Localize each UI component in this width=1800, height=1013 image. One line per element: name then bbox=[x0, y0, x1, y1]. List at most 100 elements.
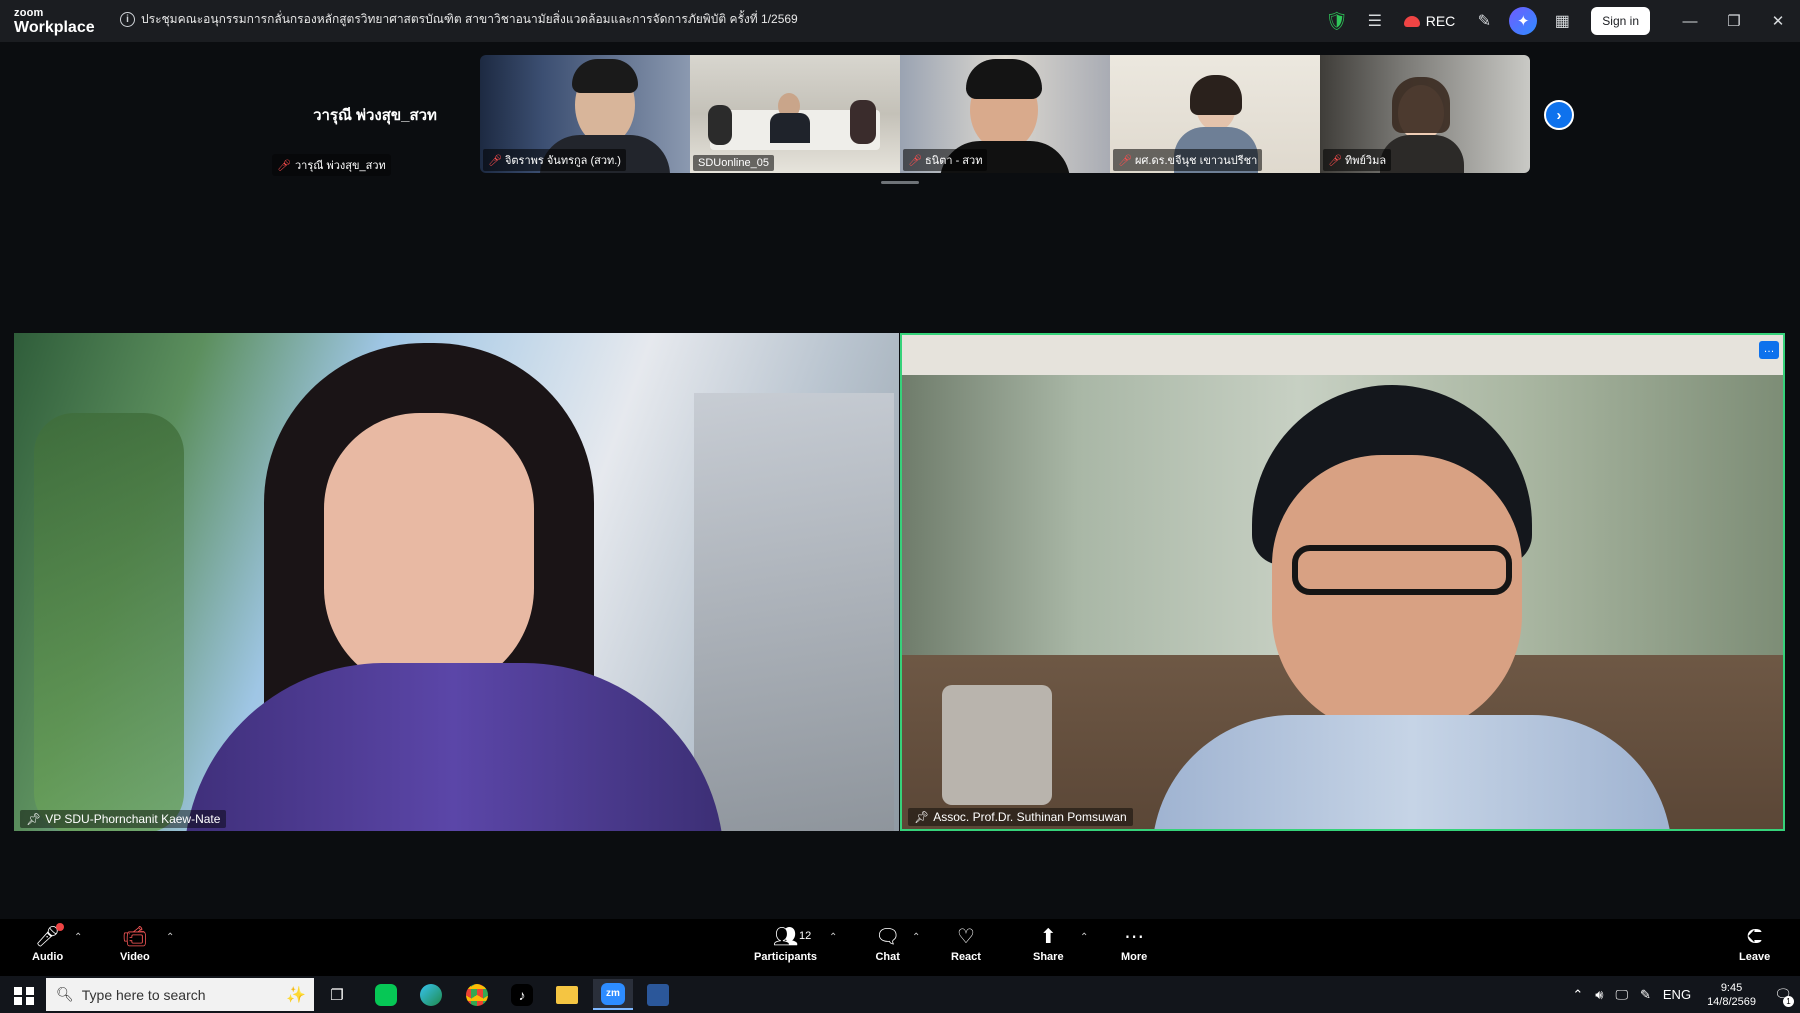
volume-icon[interactable]: 🔊︎ bbox=[1589, 987, 1609, 1003]
share-button[interactable]: ⬆ Share bbox=[1033, 925, 1064, 963]
task-view-icon[interactable]: ❐ bbox=[317, 979, 357, 1010]
more-button[interactable]: ⋯ More bbox=[1121, 925, 1147, 963]
self-label-text: วารุณี พ่วงสุข_สวท bbox=[294, 160, 386, 172]
pin-icon: 📌︎ bbox=[914, 810, 930, 824]
more-dots-icon: ⋯ bbox=[1124, 926, 1145, 948]
video-tile-right-active-speaker[interactable]: … 📌︎ Assoc. Prof.Dr. Suthinan Pomsuwan bbox=[900, 333, 1785, 831]
thumbnail-name: SDUonline_05 bbox=[698, 157, 769, 169]
restore-icon[interactable]: ❐ bbox=[1712, 0, 1756, 42]
notes-icon[interactable]: ☰ bbox=[1356, 0, 1394, 42]
windows-start-button[interactable] bbox=[8, 983, 38, 1007]
chrome-browser-icon[interactable] bbox=[457, 979, 497, 1010]
background-trees bbox=[34, 413, 184, 831]
participants-options-chevron-icon[interactable]: ⌃ bbox=[829, 932, 837, 943]
thumbnail-label: 🎤︎ ผศ.ดร.ขจีนุช เขาวนปรีชา bbox=[1113, 149, 1263, 171]
chat-button[interactable]: 🗨︎ Chat bbox=[875, 925, 900, 963]
participant-thumbnail-2[interactable]: SDUonline_05 bbox=[690, 55, 900, 173]
participant-thumbnail-4[interactable]: 🎤︎ ผศ.ดร.ขจีนุช เขาวนปรีชา bbox=[1110, 55, 1320, 173]
show-hidden-icons-chevron-icon[interactable]: ⌃ bbox=[1566, 987, 1589, 1003]
rec-label: REC bbox=[1425, 13, 1456, 29]
title-bar-actions: 🛡 ☰ REC ✎ ✦ ▦ Sign in — ❐ ✕ bbox=[1318, 0, 1800, 42]
taskbar-search-box[interactable]: 🔍︎ Type here to search ✨ bbox=[46, 978, 314, 1011]
participant-thumbnail-1[interactable]: 🎤︎ จิตราพร จันทรกูล (สวท.) bbox=[480, 55, 690, 173]
participant-name-label: 📌︎ Assoc. Prof.Dr. Suthinan Pomsuwan bbox=[908, 808, 1133, 826]
strip-resize-handle[interactable] bbox=[881, 181, 919, 184]
encryption-shield-icon[interactable]: 🛡 bbox=[1318, 0, 1356, 42]
participant-body bbox=[770, 113, 810, 143]
line-app-icon[interactable] bbox=[366, 979, 406, 1010]
mic-muted-icon: 🎤︎ bbox=[277, 159, 291, 172]
taskbar-clock[interactable]: 9:45 14/8/2569 bbox=[1697, 981, 1766, 1009]
heart-icon: ♡ bbox=[957, 926, 975, 948]
thumbnail-name: ทิพย์วิมล bbox=[1344, 155, 1387, 167]
leave-label: Leave bbox=[1739, 951, 1771, 963]
close-icon[interactable]: ✕ bbox=[1756, 0, 1800, 42]
recording-indicator[interactable]: REC bbox=[1394, 13, 1466, 29]
mic-muted-icon: 🎤︎ bbox=[908, 154, 922, 167]
search-highlight-icon: ✨ bbox=[286, 986, 306, 1004]
participants-icon: 👥︎ bbox=[772, 926, 799, 948]
thumbnail-label: 🎤︎ ทิพย์วิมล bbox=[1323, 149, 1392, 171]
thumbnail-name: ธนิตา - สวท bbox=[924, 155, 983, 167]
audio-button[interactable]: 🎤︎ Audio bbox=[32, 923, 65, 963]
mic-muted-icon: 🎤︎ bbox=[1118, 154, 1132, 167]
background-chair bbox=[942, 685, 1052, 805]
chat-label: Chat bbox=[875, 951, 900, 963]
clock-time: 9:45 bbox=[1720, 981, 1743, 994]
minimize-icon[interactable]: — bbox=[1668, 0, 1712, 42]
leave-button[interactable]: ⮈ Leave bbox=[1739, 925, 1770, 963]
audio-options-chevron-icon[interactable]: ⌃ bbox=[74, 932, 82, 943]
start-logo-pane bbox=[14, 987, 22, 995]
title-bar: zoom Workplace i ประชุมคณะอนุกรรมการกลั่… bbox=[0, 0, 1800, 42]
video-options-chevron-icon[interactable]: ⌃ bbox=[166, 932, 174, 943]
leave-door-icon: ⮈ bbox=[1747, 926, 1763, 948]
file-explorer-icon[interactable] bbox=[547, 979, 587, 1010]
zoom-app-icon[interactable]: zm bbox=[593, 979, 633, 1010]
thumbnail-name: จิตราพร จันทรกูล (สวท.) bbox=[504, 155, 621, 167]
react-label: React bbox=[951, 951, 981, 963]
chat-icon: 🗨︎ bbox=[875, 926, 901, 948]
video-button[interactable]: 📹︎ Video bbox=[120, 925, 150, 963]
participant-glasses bbox=[1292, 545, 1512, 595]
participant-person bbox=[850, 100, 876, 144]
background-ceiling bbox=[902, 335, 1783, 375]
participant-thumbnail-3[interactable]: 🎤︎ ธนิตา - สวท bbox=[900, 55, 1110, 173]
share-options-chevron-icon[interactable]: ⌃ bbox=[1080, 932, 1088, 943]
participants-label: Participants bbox=[754, 951, 817, 963]
language-indicator[interactable]: ENG bbox=[1657, 987, 1697, 1002]
edge-browser-icon[interactable] bbox=[411, 979, 451, 1010]
participant-name: VP SDU-Phornchanit Kaew-Nate bbox=[45, 812, 221, 826]
start-logo-pane bbox=[26, 987, 34, 995]
info-icon[interactable]: i bbox=[120, 12, 135, 27]
participant-body bbox=[1152, 715, 1672, 829]
participant-thumbnail-5[interactable]: 🎤︎ ทิพย์วิมล bbox=[1320, 55, 1530, 173]
participant-hair bbox=[1190, 75, 1242, 115]
ai-companion-button[interactable]: ✦ bbox=[1509, 7, 1538, 35]
chat-options-chevron-icon[interactable]: ⌃ bbox=[912, 932, 920, 943]
thumbnail-label: SDUonline_05 bbox=[693, 155, 774, 171]
share-label: Share bbox=[1033, 951, 1064, 963]
meeting-toolbar: 🎤︎ Audio ⌃ 📹︎ Video ⌃ 👥︎ Participants 12… bbox=[0, 919, 1800, 976]
word-app-icon[interactable] bbox=[638, 979, 678, 1010]
start-logo-pane bbox=[26, 997, 34, 1005]
video-tile-left[interactable]: 📌︎ VP SDU-Phornchanit Kaew-Nate bbox=[14, 333, 899, 831]
annotate-pen-icon[interactable]: ✎ bbox=[1465, 0, 1503, 42]
tiktok-app-icon[interactable]: ♪ bbox=[502, 979, 542, 1010]
sign-in-button[interactable]: Sign in bbox=[1591, 7, 1650, 35]
logo-line1: zoom bbox=[14, 7, 44, 19]
video-off-icon: 📹︎ bbox=[122, 926, 148, 948]
share-screen-icon: ⬆ bbox=[1039, 926, 1057, 948]
system-tray: ⌃ 🔊︎ 🖵︎ ✎ ENG 9:45 14/8/2569 🗨︎ 1 bbox=[1566, 976, 1800, 1013]
meeting-info[interactable]: i ประชุมคณะอนุกรรมการกลั่นกรองหลักสูตรวิ… bbox=[120, 10, 798, 29]
network-icon[interactable]: 🖵︎ bbox=[1609, 987, 1634, 1003]
self-name-display: วารุณี พ่วงสุข_สวท bbox=[313, 107, 437, 124]
react-button[interactable]: ♡ React bbox=[951, 925, 981, 963]
logo-line2: Workplace bbox=[14, 19, 95, 36]
next-page-button[interactable]: › bbox=[1544, 100, 1574, 130]
background-building bbox=[694, 393, 894, 831]
notification-center-icon[interactable]: 🗨︎ 1 bbox=[1766, 976, 1800, 1013]
apps-icon[interactable]: ▦ bbox=[1543, 0, 1581, 42]
pen-icon[interactable]: ✎ bbox=[1634, 987, 1657, 1003]
participant-face bbox=[324, 413, 534, 693]
tile-more-options-button[interactable]: … bbox=[1759, 341, 1779, 359]
